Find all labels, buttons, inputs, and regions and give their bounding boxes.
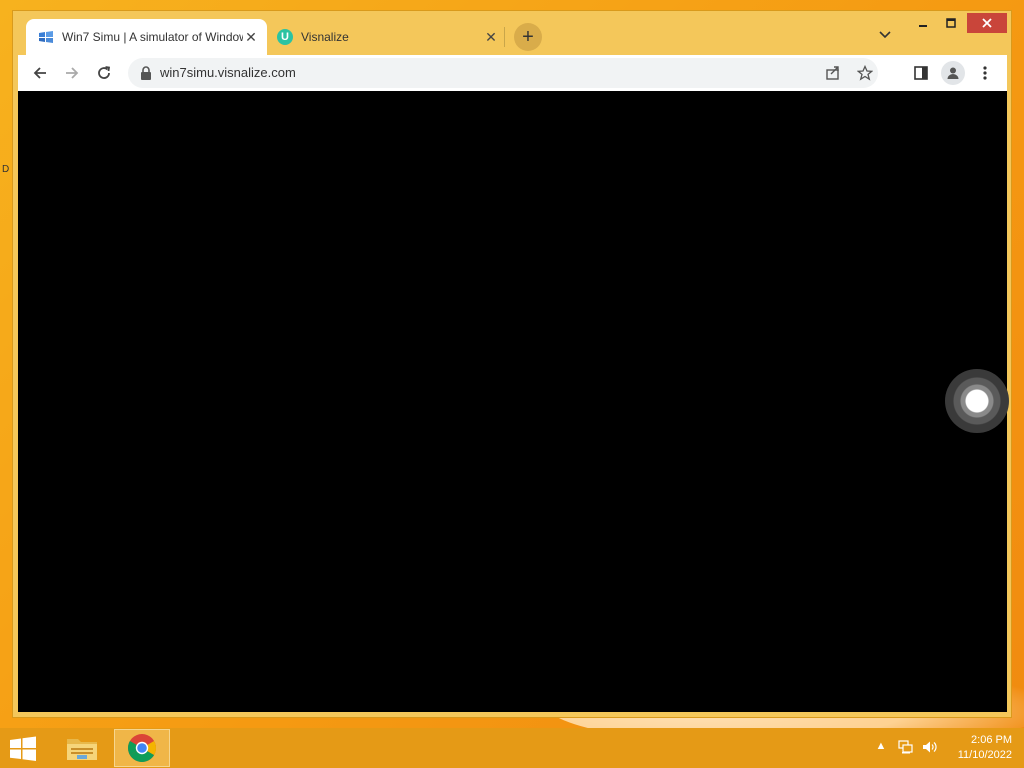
title-bar: Win7 Simu | A simulator of Windows 7 ✕ U… (13, 11, 1011, 55)
clock-date: 11/10/2022 (957, 749, 1012, 761)
tab-search-chevron-icon[interactable] (877, 27, 893, 43)
taskbar-chrome[interactable] (114, 729, 170, 767)
lock-icon[interactable] (140, 66, 152, 80)
forward-arrow-icon[interactable] (60, 61, 84, 85)
visnalize-u-icon: U (277, 29, 293, 45)
tab-title: Win7 Simu | A simulator of Windows 7 (62, 30, 243, 44)
bookmark-star-icon[interactable] (856, 64, 874, 82)
browser-window: Win7 Simu | A simulator of Windows 7 ✕ U… (12, 10, 1012, 718)
taskbar-clock[interactable]: 2:06 PM 11/10/2022 (958, 733, 1012, 763)
volume-icon[interactable] (920, 740, 940, 754)
folder-icon (67, 739, 97, 760)
tab-win7-simu[interactable]: Win7 Simu | A simulator of Windows 7 ✕ (26, 19, 267, 55)
taskbar-file-explorer[interactable] (54, 729, 110, 767)
close-window-button[interactable] (967, 13, 1007, 33)
new-tab-button[interactable]: + (514, 23, 542, 51)
show-hidden-icons-chevron-icon[interactable]: ▲ (874, 740, 888, 752)
clock-time: 2:06 PM (971, 734, 1012, 746)
taskbar: ▲ 2:06 PM 11/10/2022 (0, 728, 1024, 768)
maximize-button[interactable] (939, 13, 963, 33)
reload-icon[interactable] (92, 61, 116, 85)
tab-close-icon[interactable]: ✕ (243, 29, 259, 45)
chrome-icon (128, 734, 156, 762)
network-icon[interactable] (897, 740, 915, 754)
url-text[interactable]: win7simu.visnalize.com (160, 65, 296, 80)
tab-visnalize[interactable]: U Visnalize ✕ (275, 19, 505, 55)
tab-separator (504, 27, 505, 47)
windows-flag-icon (39, 31, 53, 43)
side-panel-icon[interactable] (909, 61, 933, 85)
profile-avatar-icon[interactable] (941, 61, 965, 85)
windows-start-icon[interactable] (8, 736, 38, 762)
browser-toolbar: win7simu.visnalize.com (18, 55, 1007, 91)
kebab-menu-icon[interactable] (973, 61, 997, 85)
share-icon[interactable] (824, 64, 842, 82)
minimize-button[interactable] (911, 13, 935, 33)
desktop-edge-text: D (2, 164, 10, 175)
assistive-touch-icon[interactable] (945, 369, 1009, 433)
back-arrow-icon[interactable] (28, 61, 52, 85)
tab-title: Visnalize (301, 30, 349, 44)
address-bar[interactable]: win7simu.visnalize.com (128, 58, 878, 88)
page-content-area[interactable] (18, 91, 1009, 712)
tab-close-icon[interactable]: ✕ (483, 29, 499, 45)
